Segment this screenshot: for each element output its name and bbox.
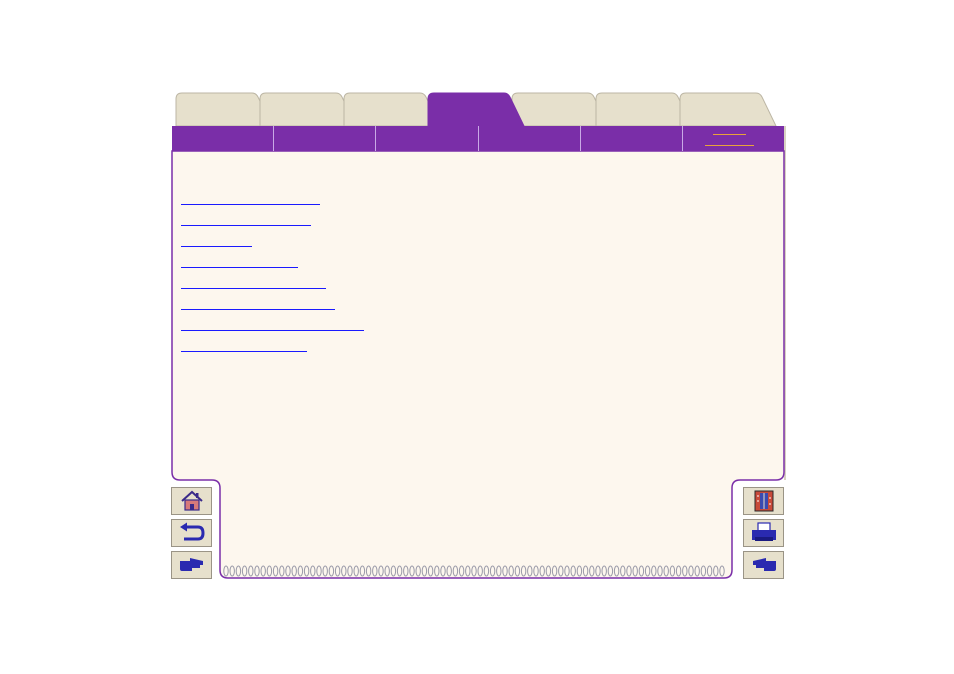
subnav-bar	[172, 126, 784, 151]
subnav-item-1[interactable]	[172, 126, 275, 151]
print-button[interactable]	[743, 519, 784, 547]
list-item	[181, 340, 364, 361]
next-page-button[interactable]	[171, 551, 212, 579]
tab-7[interactable]	[679, 92, 777, 127]
back-arrow-icon	[179, 522, 205, 541]
list-item	[181, 214, 364, 235]
list-item	[181, 235, 364, 256]
notebook-frame	[171, 92, 786, 579]
content-link-2[interactable]	[181, 214, 311, 226]
active-underline-bottom	[704, 145, 755, 146]
subnav-item-5[interactable]	[581, 126, 683, 151]
index-button[interactable]	[743, 487, 784, 515]
subnav-item-6-active[interactable]	[683, 126, 784, 151]
content-link-5[interactable]	[181, 277, 326, 289]
hand-point-left-icon	[752, 558, 776, 571]
printer-icon	[751, 522, 776, 541]
tab-1[interactable]	[175, 92, 273, 127]
back-button[interactable]	[171, 519, 212, 547]
content-link-6[interactable]	[181, 298, 335, 310]
content-link-1[interactable]	[181, 193, 320, 205]
content-link-3[interactable]	[181, 235, 252, 247]
home-icon	[180, 490, 203, 511]
previous-page-button[interactable]	[743, 551, 784, 579]
list-item	[181, 193, 364, 214]
hand-point-right-icon	[179, 558, 203, 571]
subnav-item-4[interactable]	[479, 126, 581, 151]
tab-5[interactable]	[511, 92, 609, 127]
list-item	[181, 277, 364, 298]
list-item	[181, 256, 364, 277]
tab-active[interactable]	[427, 92, 525, 127]
content-link-list	[181, 193, 364, 361]
tab-3[interactable]	[343, 92, 441, 127]
home-button[interactable]	[171, 487, 212, 515]
subnav-item-2[interactable]	[274, 126, 377, 151]
subnav-item-3[interactable]	[376, 126, 479, 151]
content-link-4[interactable]	[181, 256, 298, 268]
content-link-8[interactable]	[181, 340, 307, 352]
tab-6[interactable]	[595, 92, 693, 127]
tab-2[interactable]	[259, 92, 357, 127]
content-link-7[interactable]	[181, 319, 364, 331]
book-index-icon	[754, 490, 773, 512]
list-item	[181, 298, 364, 319]
list-item	[181, 319, 364, 340]
active-underline-top	[712, 134, 747, 135]
